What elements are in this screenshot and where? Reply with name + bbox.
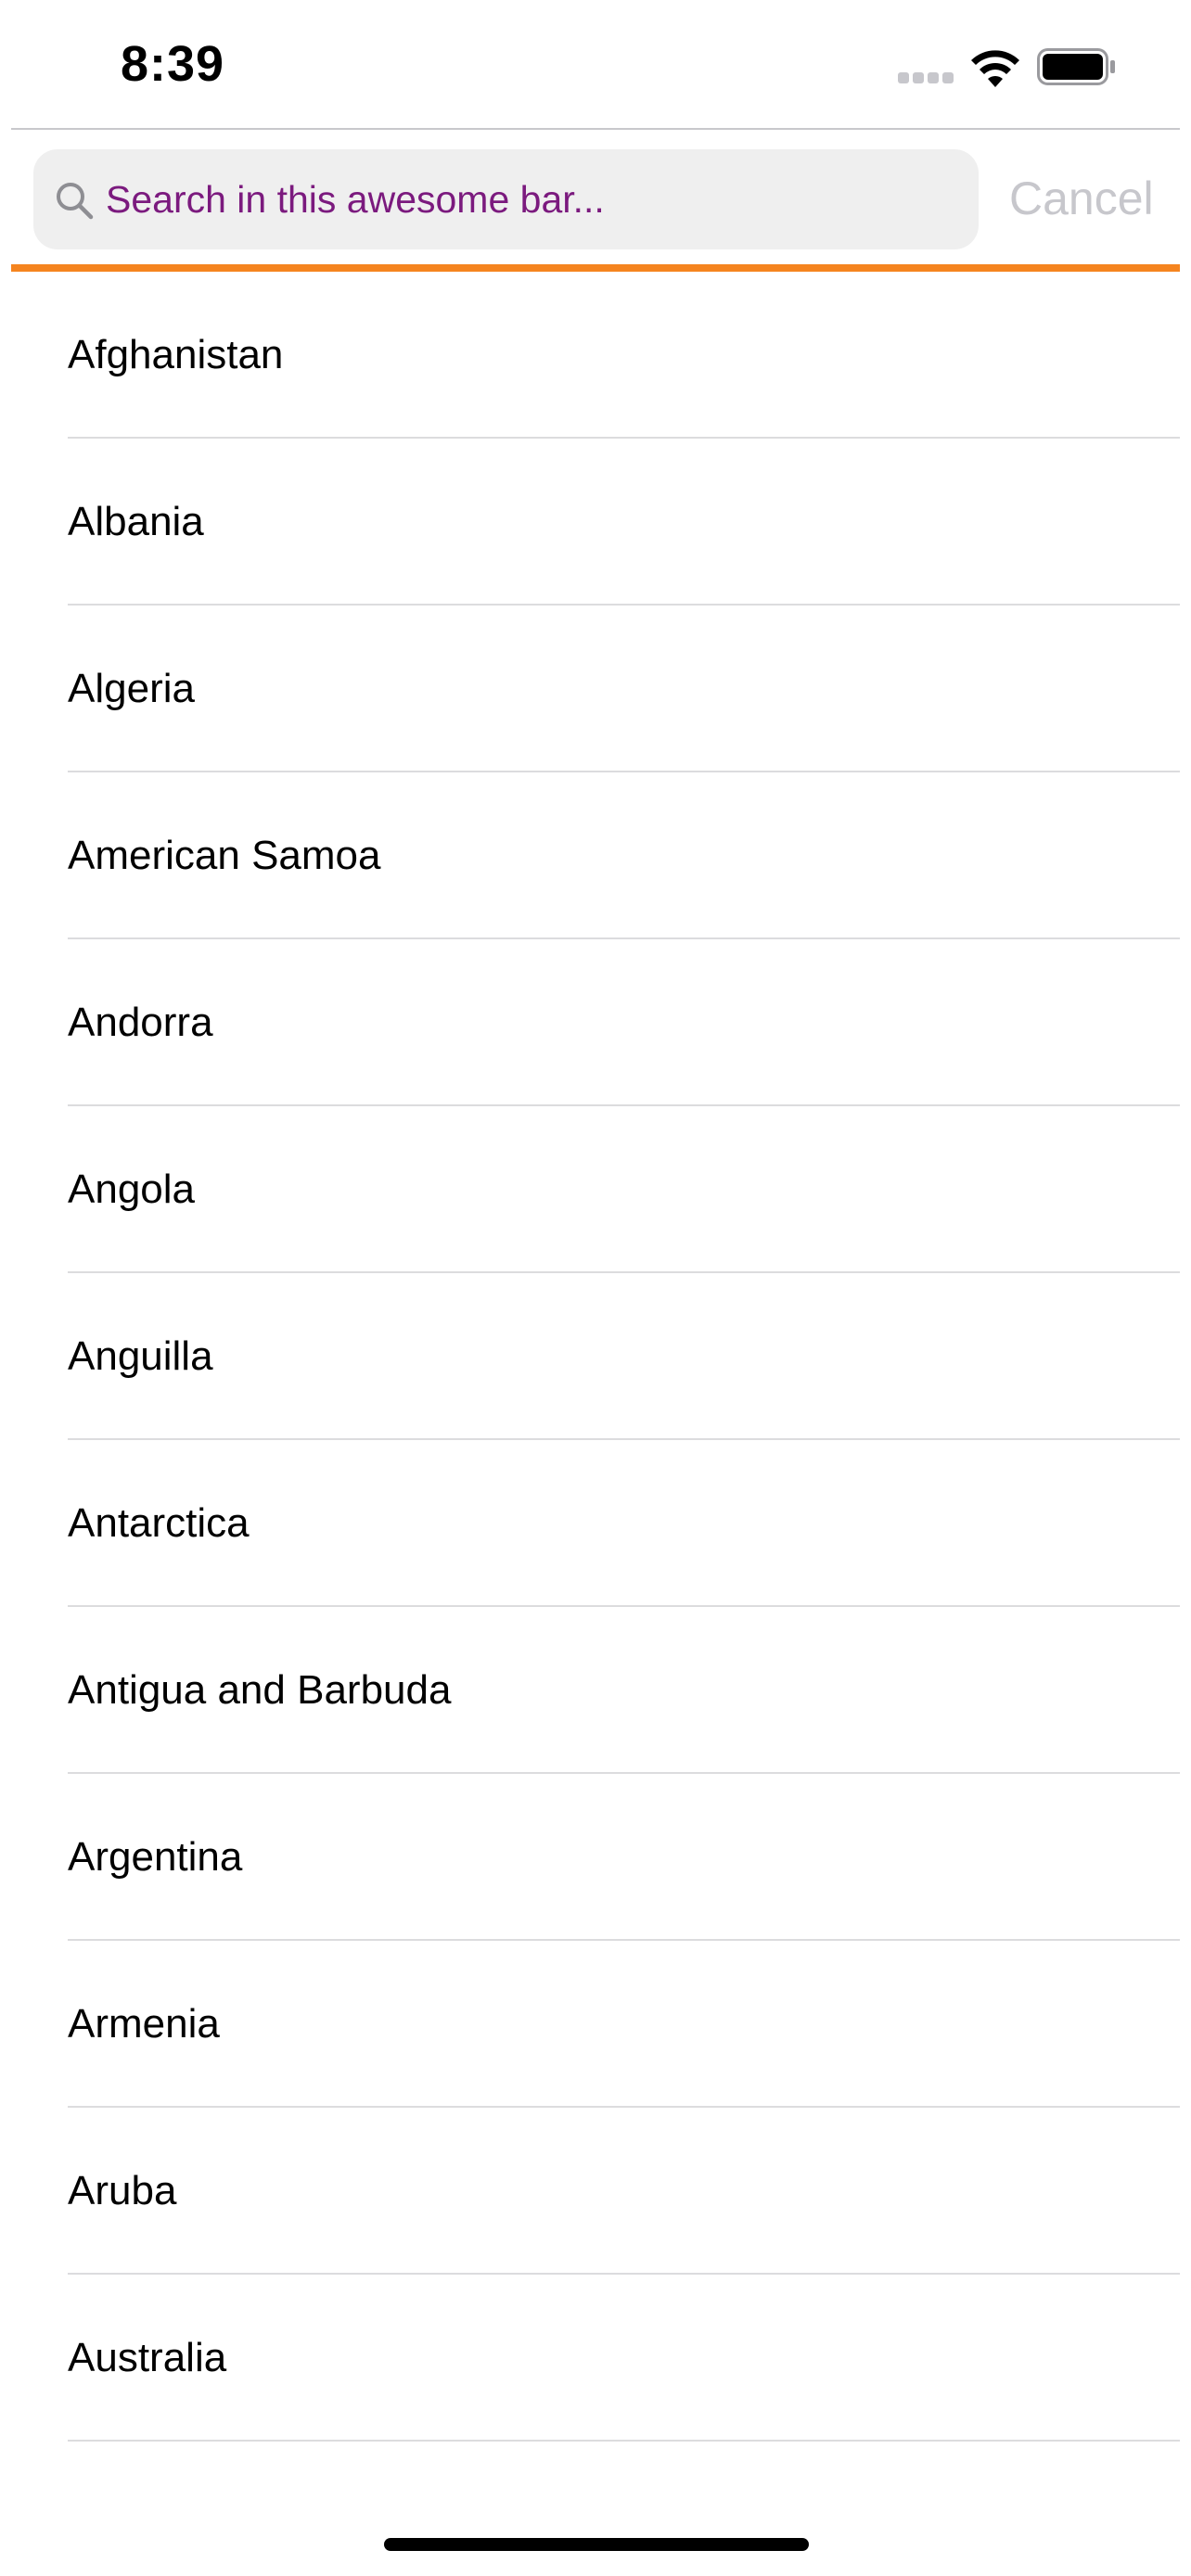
country-label: Antarctica [68,1500,250,1546]
battery-icon [1037,48,1115,85]
cellular-signal-icon [898,72,955,85]
list-item[interactable]: Antigua and Barbuda [0,1607,1191,1774]
list-item[interactable]: Afghanistan [0,272,1191,439]
country-label: American Samoa [68,833,381,878]
country-label: Aruba [68,2168,177,2213]
country-label: Albania [68,499,204,544]
cancel-button[interactable]: Cancel [1009,165,1154,232]
list-item[interactable]: Aruba [0,2108,1191,2275]
country-list[interactable]: Afghanistan Albania Algeria American Samoa A… [0,272,1191,2442]
search-bar[interactable] [33,149,979,249]
status-bar: 8:39 [0,0,1191,130]
list-item[interactable]: Angola [0,1106,1191,1273]
search-input[interactable] [106,149,959,249]
header-divider [11,128,1180,130]
list-item[interactable]: Algeria [0,606,1191,772]
accent-divider [11,264,1180,272]
country-label: Antigua and Barbuda [68,1667,452,1713]
list-item[interactable]: Anguilla [0,1273,1191,1440]
search-icon [57,183,94,220]
country-label: Afghanistan [68,332,284,377]
list-item[interactable]: Armenia [0,1941,1191,2108]
list-item[interactable]: American Samoa [0,772,1191,939]
country-label: Algeria [68,666,195,711]
home-indicator[interactable] [384,2538,809,2551]
country-label: Andorra [68,1000,213,1045]
list-item[interactable]: Australia [0,2275,1191,2442]
country-label: Angola [68,1167,196,1212]
list-item[interactable]: Andorra [0,939,1191,1106]
list-item[interactable]: Albania [0,439,1191,606]
list-item[interactable]: Antarctica [0,1440,1191,1607]
wifi-icon [971,50,1019,87]
country-label: Anguilla [68,1333,213,1379]
country-label: Australia [68,2335,227,2380]
status-time: 8:39 [121,36,225,92]
row-divider [68,2440,1180,2442]
list-item[interactable]: Argentina [0,1774,1191,1941]
country-label: Armenia [68,2001,220,2047]
country-label: Argentina [68,1834,243,1880]
